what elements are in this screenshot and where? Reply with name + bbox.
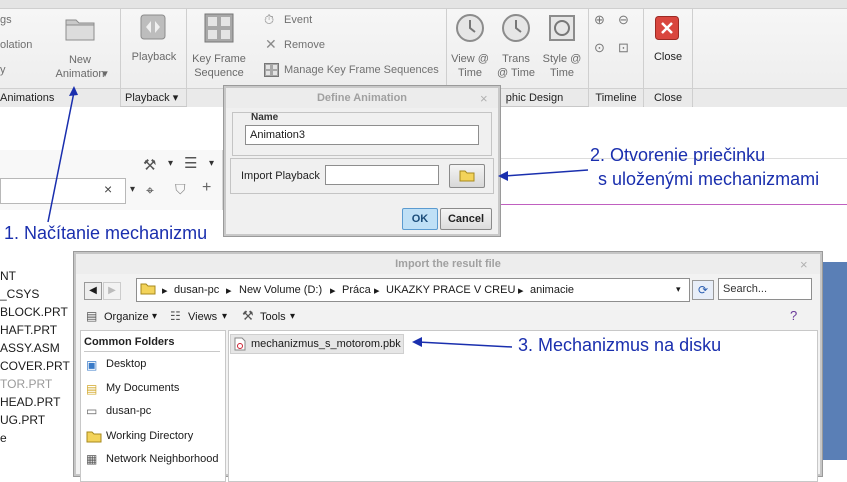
annotation-arrow-1 — [47, 91, 75, 223]
arrow-head-1 — [69, 86, 78, 96]
annotation-arrow-3 — [417, 341, 513, 348]
annotation-arrow-2 — [503, 169, 589, 177]
annotation-step-2-line2: s uloženými mechanizmami — [598, 169, 820, 189]
annotation-step-1: 1. Načítanie mechanizmu — [4, 223, 208, 244]
annotation-step-2-line1: 2. Otvorenie priečinku — [590, 145, 766, 165]
arrow-head-2 — [498, 171, 508, 181]
arrow-head-3 — [412, 337, 422, 347]
annotation-step-3: 3. Mechanizmus na disku — [518, 335, 722, 355]
